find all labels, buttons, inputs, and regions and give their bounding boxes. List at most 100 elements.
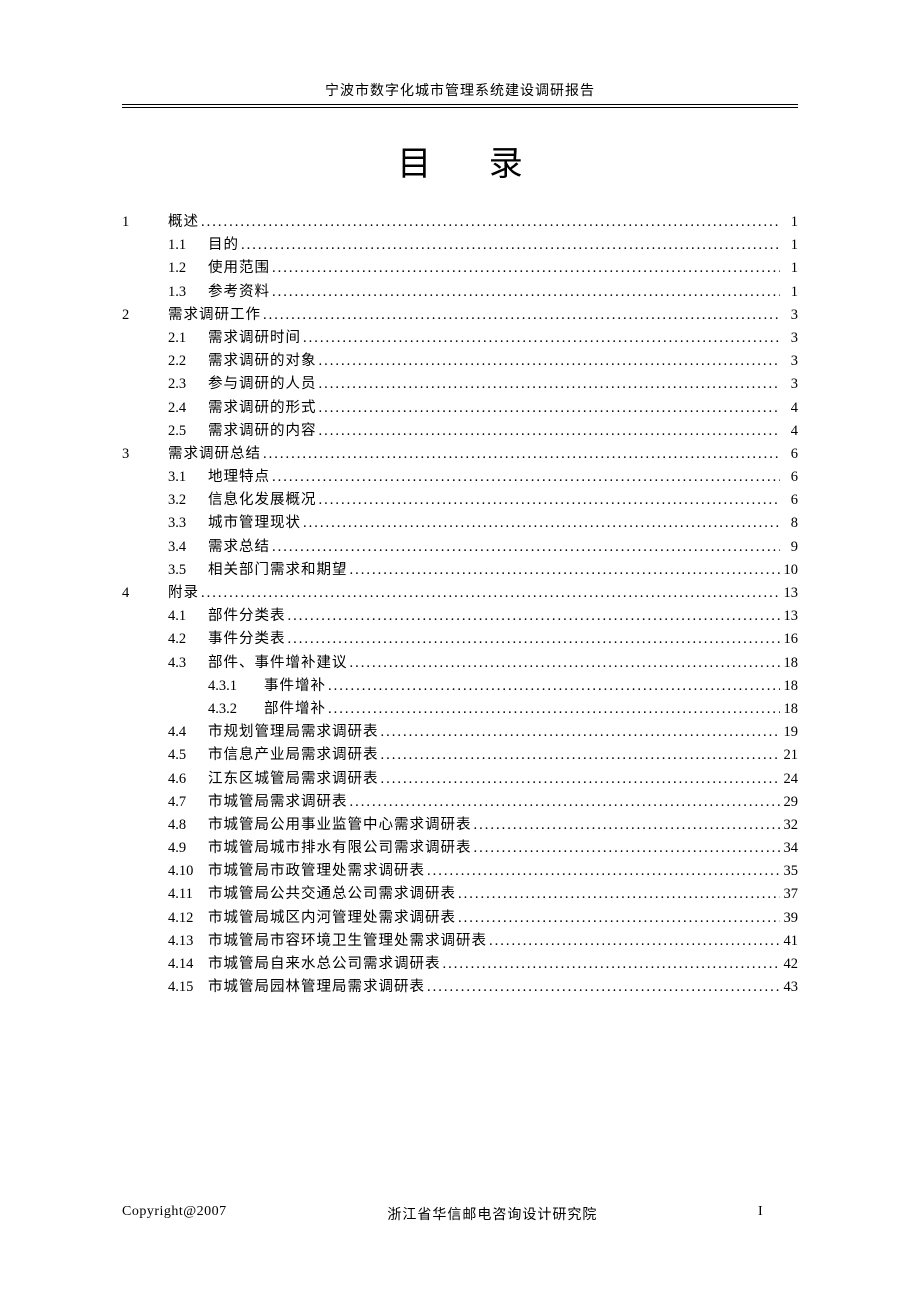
toc-page: 18 [780, 698, 798, 721]
toc-page: 37 [780, 883, 798, 906]
toc-page: 32 [780, 814, 798, 837]
toc-label: 需求调研时间 [208, 327, 301, 350]
toc-label: 市城管局市容环境卫生管理处需求调研表 [208, 930, 487, 953]
toc-page: 10 [780, 559, 798, 582]
toc-number: 3 [122, 443, 168, 466]
toc-entry: 4.10市城管局市政管理处需求调研表35 [122, 860, 798, 883]
toc-label: 市城管局城区内河管理处需求调研表 [208, 907, 456, 930]
toc-entry: 4.11市城管局公共交通总公司需求调研表37 [122, 883, 798, 906]
toc-leader-dots [270, 257, 780, 280]
toc-number: 4.3.1 [208, 675, 264, 698]
toc-leader-dots [270, 536, 780, 559]
toc-label: 信息化发展概况 [208, 489, 317, 512]
toc-label: 需求调研的形式 [208, 397, 317, 420]
toc-entry: 4.12市城管局城区内河管理处需求调研表39 [122, 907, 798, 930]
toc-leader-dots [261, 443, 780, 466]
toc-page: 3 [780, 327, 798, 350]
toc-leader-dots [317, 489, 781, 512]
toc-label: 市城管局自来水总公司需求调研表 [208, 953, 441, 976]
toc-number: 3.1 [168, 466, 208, 489]
toc-label: 事件增补 [264, 675, 326, 698]
toc-leader-dots [270, 281, 780, 304]
toc-entry: 4.3部件、事件增补建议18 [122, 652, 798, 675]
page-title: 目 录 [122, 136, 798, 185]
toc-number: 4.8 [168, 814, 208, 837]
toc-leader-dots [317, 420, 781, 443]
header-rule [122, 107, 798, 108]
toc-label: 需求调研工作 [168, 304, 261, 327]
toc-number: 4.6 [168, 768, 208, 791]
toc-number: 4.13 [168, 930, 208, 953]
toc-leader-dots [487, 930, 780, 953]
toc-page: 13 [780, 582, 798, 605]
toc-entry: 2.2需求调研的对象3 [122, 350, 798, 373]
toc-leader-dots [441, 953, 781, 976]
toc-number: 2 [122, 304, 168, 327]
toc-leader-dots [348, 791, 781, 814]
toc-leader-dots [472, 814, 781, 837]
toc-entry: 2.4需求调研的形式4 [122, 397, 798, 420]
toc-leader-dots [317, 350, 781, 373]
toc-entry: 4.9市城管局城市排水有限公司需求调研表34 [122, 837, 798, 860]
toc-number: 4.7 [168, 791, 208, 814]
toc-page: 6 [780, 466, 798, 489]
toc-number: 4.5 [168, 744, 208, 767]
toc-entry: 1.1目的1 [122, 234, 798, 257]
toc-number: 4.2 [168, 628, 208, 651]
toc-label: 市城管局城市排水有限公司需求调研表 [208, 837, 472, 860]
toc-number: 4.11 [168, 883, 208, 906]
toc-entry: 2.1需求调研时间3 [122, 327, 798, 350]
toc-entry: 3.3城市管理现状8 [122, 512, 798, 535]
toc-entry: 3.1地理特点6 [122, 466, 798, 489]
toc-leader-dots [239, 234, 780, 257]
toc-leader-dots [286, 628, 781, 651]
toc-label: 市城管局公用事业监管中心需求调研表 [208, 814, 472, 837]
toc-number: 1.2 [168, 257, 208, 280]
toc-label: 市信息产业局需求调研表 [208, 744, 379, 767]
toc-page: 21 [780, 744, 798, 767]
toc-number: 4.10 [168, 860, 208, 883]
toc-label: 市城管局需求调研表 [208, 791, 348, 814]
toc-label: 城市管理现状 [208, 512, 301, 535]
toc-number: 1.1 [168, 234, 208, 257]
toc-label: 使用范围 [208, 257, 270, 280]
toc-leader-dots [425, 860, 780, 883]
toc-entry: 4.3.1事件增补 18 [122, 675, 798, 698]
toc-entry: 4.4市规划管理局需求调研表19 [122, 721, 798, 744]
toc-page: 6 [780, 443, 798, 466]
toc-number: 4.9 [168, 837, 208, 860]
toc-page: 18 [780, 675, 798, 698]
toc-entry: 1.2使用范围1 [122, 257, 798, 280]
toc-page: 35 [780, 860, 798, 883]
toc-page: 18 [780, 652, 798, 675]
toc-leader-dots [317, 397, 781, 420]
toc-number: 3.5 [168, 559, 208, 582]
footer-org: 浙江省华信邮电咨询设计研究院 [387, 1204, 597, 1224]
toc-leader-dots [326, 675, 780, 698]
toc-leader-dots [270, 466, 780, 489]
table-of-contents: 1概述11.1目的11.2使用范围11.3参考资料12需求调研工作32.1需求调… [122, 211, 798, 999]
toc-label: 部件增补 [264, 698, 326, 721]
toc-page: 16 [780, 628, 798, 651]
toc-page: 4 [780, 397, 798, 420]
toc-entry: 2需求调研工作3 [122, 304, 798, 327]
toc-number: 2.2 [168, 350, 208, 373]
toc-number: 4.12 [168, 907, 208, 930]
toc-number: 3.3 [168, 512, 208, 535]
toc-entry: 3.4需求总结9 [122, 536, 798, 559]
toc-number: 4.14 [168, 953, 208, 976]
toc-entry: 3.2信息化发展概况6 [122, 489, 798, 512]
page-footer: Copyright@2007 浙江省华信邮电咨询设计研究院 I [122, 1204, 798, 1224]
page-number: I [758, 1204, 798, 1224]
running-header: 宁波市数字化城市管理系统建设调研报告 [122, 80, 798, 100]
toc-leader-dots [472, 837, 781, 860]
toc-number: 3.4 [168, 536, 208, 559]
toc-page: 24 [780, 768, 798, 791]
toc-entry: 2.5需求调研的内容4 [122, 420, 798, 443]
toc-leader-dots [199, 582, 780, 605]
toc-number: 1.3 [168, 281, 208, 304]
toc-page: 41 [780, 930, 798, 953]
toc-leader-dots [301, 512, 780, 535]
toc-page: 43 [780, 976, 798, 999]
toc-entry: 4.14市城管局自来水总公司需求调研表42 [122, 953, 798, 976]
